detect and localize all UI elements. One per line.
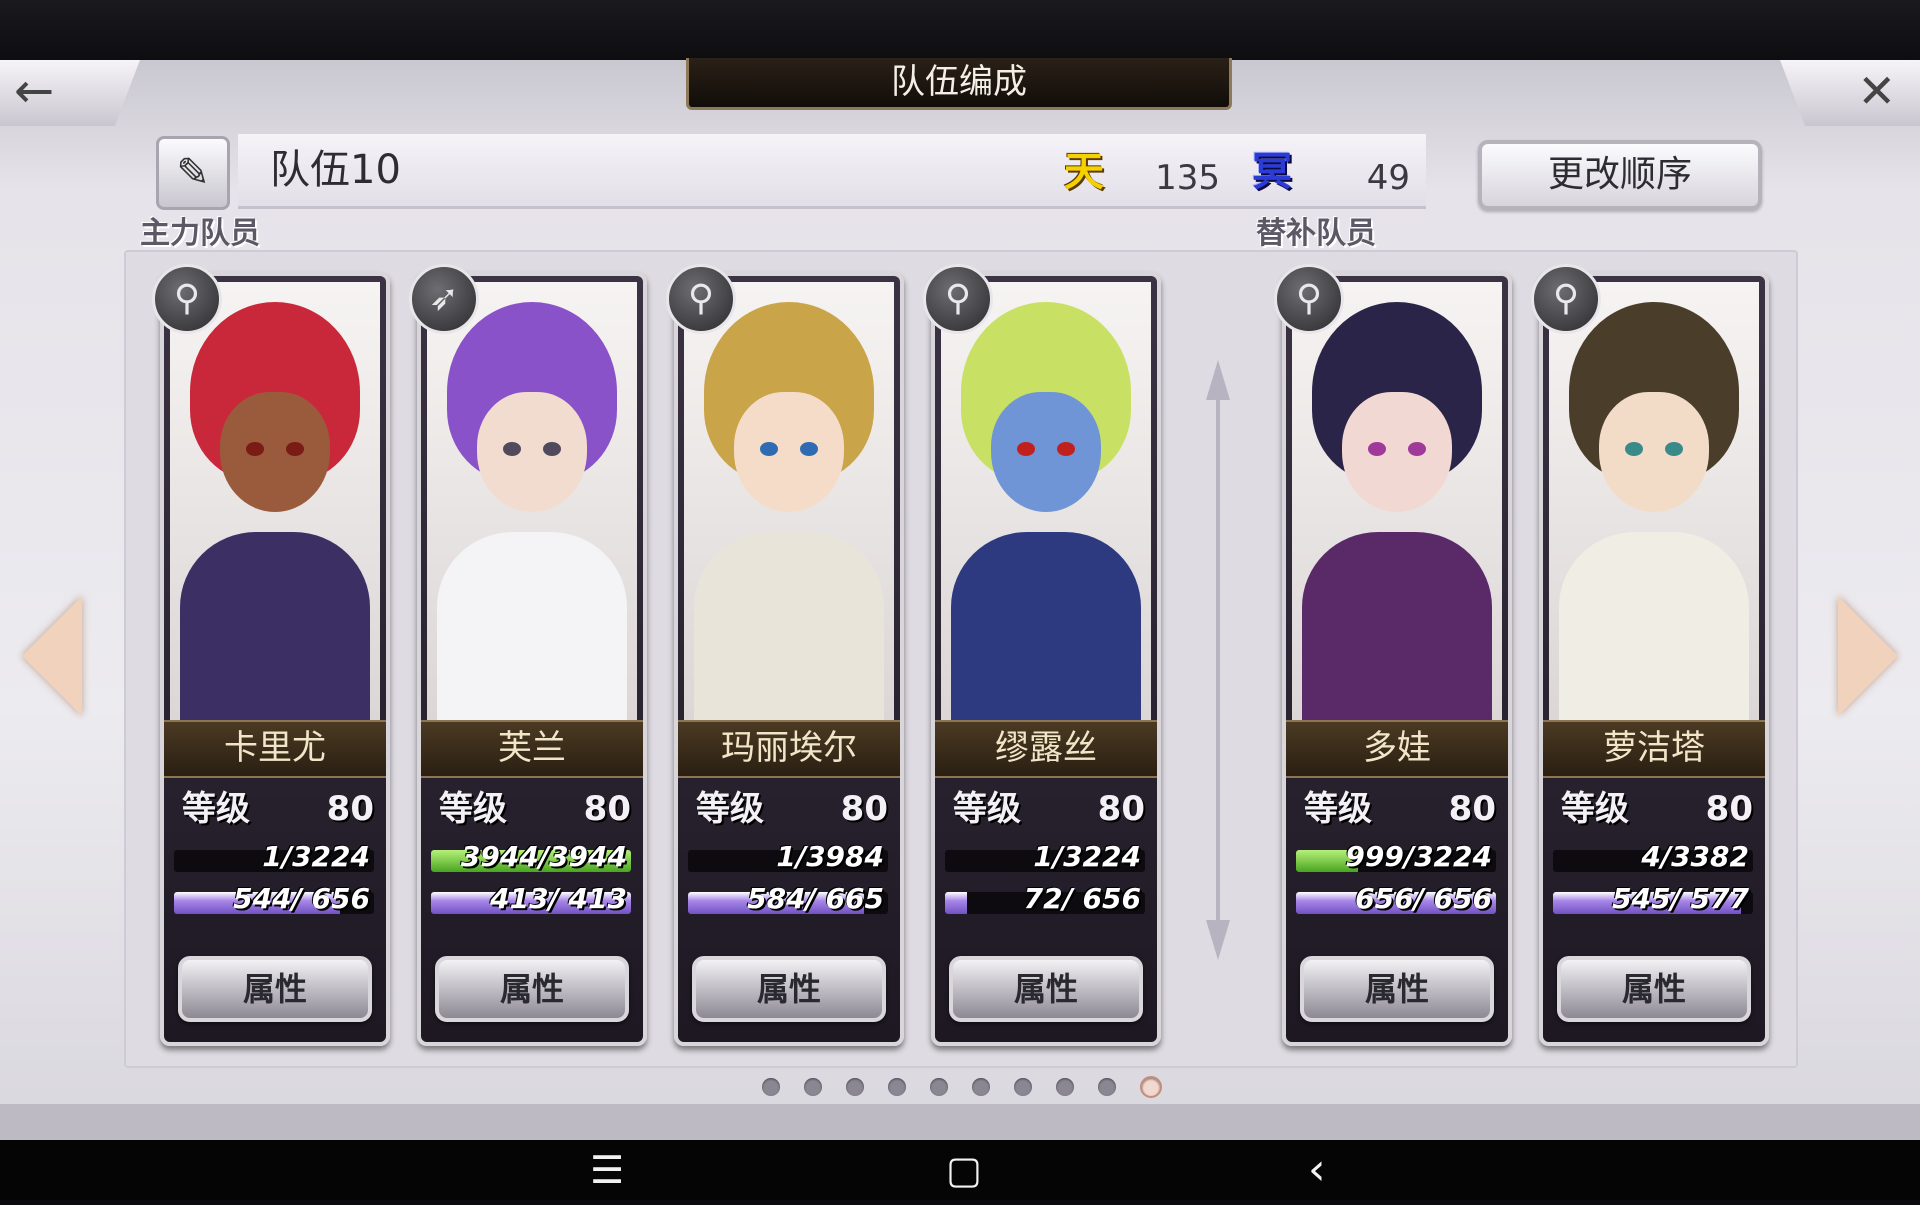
member-card[interactable]: 多娃 等级 80 999/3224 656/ 656 属性	[1282, 272, 1512, 1046]
attribute-button[interactable]: 属性	[1557, 956, 1751, 1022]
character-portrait	[170, 282, 380, 720]
character-portrait	[1292, 282, 1502, 720]
exp-text: 3944/3944	[431, 842, 627, 872]
exp-text: 1/3984	[688, 842, 884, 872]
menu-icon[interactable]: ☰	[590, 1135, 624, 1205]
level-label: 等级	[696, 784, 764, 834]
change-order-button[interactable]: 更改顺序	[1478, 140, 1762, 210]
page-dot[interactable]	[972, 1078, 990, 1096]
page-dot[interactable]	[930, 1078, 948, 1096]
page-dot[interactable]	[888, 1078, 906, 1096]
level-label: 等级	[439, 784, 507, 834]
section-divider	[1210, 360, 1226, 960]
hp-text: 72/ 656	[945, 884, 1141, 914]
level-row: 等级 80	[435, 784, 631, 834]
nav-back-icon[interactable]: ‹	[1308, 1135, 1326, 1205]
level-row: 等级 80	[692, 784, 888, 834]
reserve-members-label: 替补队员	[1256, 214, 1376, 254]
member-card[interactable]: 萝洁塔 等级 80 4/3382 545/ 577 属性	[1539, 272, 1769, 1046]
attribute-button[interactable]: 属性	[435, 956, 629, 1022]
next-team-arrow-icon[interactable]	[1838, 596, 1898, 716]
level-label: 等级	[1561, 784, 1629, 834]
page-dot[interactable]	[1014, 1078, 1032, 1096]
level-value: 80	[1449, 784, 1496, 834]
member-card[interactable]: 芙兰 等级 80 3944/3944 413/ 413 属性	[417, 272, 647, 1046]
edit-team-name-button[interactable]: ✎	[156, 136, 230, 210]
staff-icon: ⚲	[666, 264, 736, 334]
character-portrait	[1549, 282, 1759, 720]
page-dot[interactable]	[846, 1078, 864, 1096]
staff-icon: ⚲	[1274, 264, 1344, 334]
member-name: 缪露丝	[935, 720, 1157, 778]
hp-text: 545/ 577	[1553, 884, 1749, 914]
member-name: 卡里尤	[164, 720, 386, 778]
top-frame	[0, 0, 1920, 60]
member-name: 玛丽埃尔	[678, 720, 900, 778]
level-row: 等级 80	[949, 784, 1145, 834]
hp-text: 544/ 656	[174, 884, 370, 914]
attribute-button[interactable]: 属性	[1300, 956, 1494, 1022]
attribute-button[interactable]: 属性	[692, 956, 886, 1022]
member-card[interactable]: 卡里尤 等级 80 1/3224 544/ 656 属性	[160, 272, 390, 1046]
staff-icon: ⚲	[1531, 264, 1601, 334]
main-members-label: 主力队员	[140, 214, 260, 254]
sky-icon: 天	[1062, 148, 1106, 196]
member-name: 多娃	[1286, 720, 1508, 778]
level-value: 80	[841, 784, 888, 834]
level-value: 80	[327, 784, 374, 834]
level-row: 等级 80	[1300, 784, 1496, 834]
prev-team-arrow-icon[interactable]	[22, 596, 82, 716]
quill-icon: ✎	[176, 150, 210, 196]
hp-text: 656/ 656	[1296, 884, 1492, 914]
level-value: 80	[1706, 784, 1753, 834]
team-name: 队伍10	[270, 144, 401, 196]
character-portrait	[684, 282, 894, 720]
level-row: 等级 80	[178, 784, 374, 834]
hp-text: 584/ 665	[688, 884, 884, 914]
level-label: 等级	[182, 784, 250, 834]
exp-text: 1/3224	[945, 842, 1141, 872]
attribute-button[interactable]: 属性	[949, 956, 1143, 1022]
underworld-value: 49	[1330, 156, 1410, 200]
page-dot[interactable]	[1056, 1078, 1074, 1096]
character-portrait	[941, 282, 1151, 720]
member-card[interactable]: 缪露丝 等级 80 1/3224 72/ 656 属性	[931, 272, 1161, 1046]
member-card[interactable]: 玛丽埃尔 等级 80 1/3984 584/ 665 属性	[674, 272, 904, 1046]
page-dot[interactable]	[762, 1078, 780, 1096]
character-portrait	[427, 282, 637, 720]
exp-text: 999/3224	[1296, 842, 1492, 872]
close-icon: ✕	[1857, 60, 1896, 122]
staff-icon: ⚲	[923, 264, 993, 334]
level-label: 等级	[953, 784, 1021, 834]
page-title: 队伍编成	[686, 58, 1232, 110]
exp-text: 1/3224	[174, 842, 370, 872]
page-dot[interactable]	[804, 1078, 822, 1096]
team-name-bar	[238, 134, 1426, 209]
page-dot[interactable]	[1140, 1076, 1162, 1098]
staff-icon: ⚲	[152, 264, 222, 334]
level-label: 等级	[1304, 784, 1372, 834]
exp-text: 4/3382	[1553, 842, 1749, 872]
underworld-icon: 冥	[1250, 148, 1294, 196]
level-value: 80	[584, 784, 631, 834]
page-dot[interactable]	[1098, 1078, 1116, 1096]
member-name: 萝洁塔	[1543, 720, 1765, 778]
home-icon[interactable]: ▢	[946, 1135, 982, 1205]
back-arrow-icon: ←	[14, 60, 54, 122]
level-value: 80	[1098, 784, 1145, 834]
spear-icon: ➶	[409, 264, 479, 334]
hp-text: 413/ 413	[431, 884, 627, 914]
member-name: 芙兰	[421, 720, 643, 778]
page-indicator	[0, 1074, 1920, 1102]
sky-value: 135	[1140, 156, 1220, 200]
level-row: 等级 80	[1557, 784, 1753, 834]
attribute-button[interactable]: 属性	[178, 956, 372, 1022]
